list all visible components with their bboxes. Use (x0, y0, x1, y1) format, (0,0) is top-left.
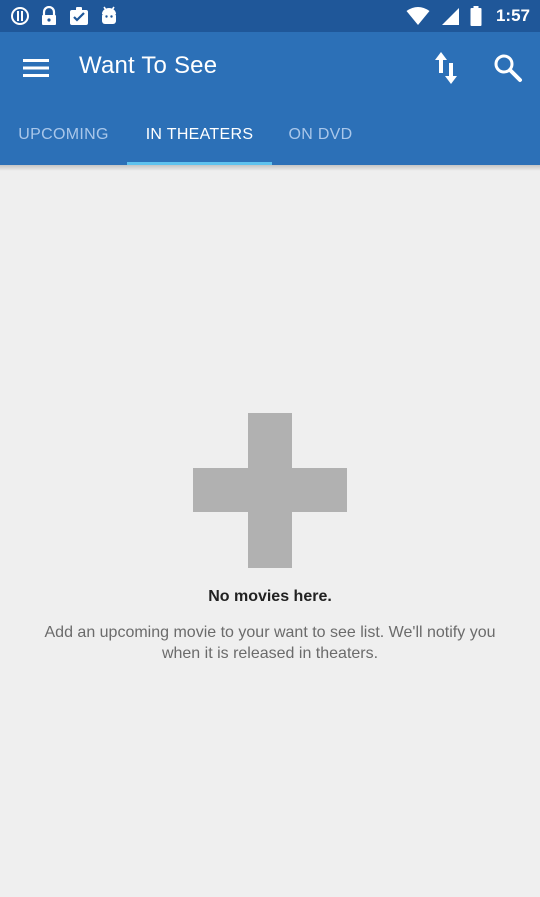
plus-icon-horizontal-bar (193, 468, 347, 512)
app-bar-shadow (0, 165, 540, 171)
status-time: 1:57 (495, 6, 530, 25)
menu-button[interactable] (14, 46, 58, 90)
status-icons-right: 1:57 (406, 6, 530, 26)
search-icon (494, 54, 522, 82)
tab-on-dvd[interactable]: ON DVD (272, 104, 369, 165)
tab-bar: UPCOMING IN THEATERS ON DVD (0, 104, 540, 165)
app-bar: Want To See UPCOMING IN THEATERS ON DVD (0, 32, 540, 165)
menu-icon (23, 59, 49, 77)
plus-icon (193, 413, 347, 568)
status-bar: 1:57 (0, 0, 540, 32)
sort-button[interactable] (424, 46, 468, 90)
android-icon (100, 6, 118, 26)
empty-state-description: Add an upcoming movie to your want to se… (44, 624, 496, 662)
page-title: Want To See (79, 52, 218, 79)
clipboard-check-icon (68, 6, 90, 26)
wifi-icon (406, 6, 430, 26)
search-button[interactable] (486, 46, 530, 90)
battery-icon (470, 6, 482, 26)
lock-icon (40, 6, 58, 26)
signal-icon (440, 6, 460, 26)
tab-upcoming[interactable]: UPCOMING (0, 104, 127, 165)
tab-in-theaters[interactable]: IN THEATERS (127, 104, 272, 165)
sort-icon (435, 52, 457, 84)
alert-circle-icon (10, 6, 30, 26)
toolbar: Want To See (0, 32, 540, 104)
empty-state: No movies here. Add an upcoming movie to… (0, 413, 540, 664)
empty-state-title: No movies here. (208, 588, 332, 605)
status-icons-left (10, 6, 118, 26)
